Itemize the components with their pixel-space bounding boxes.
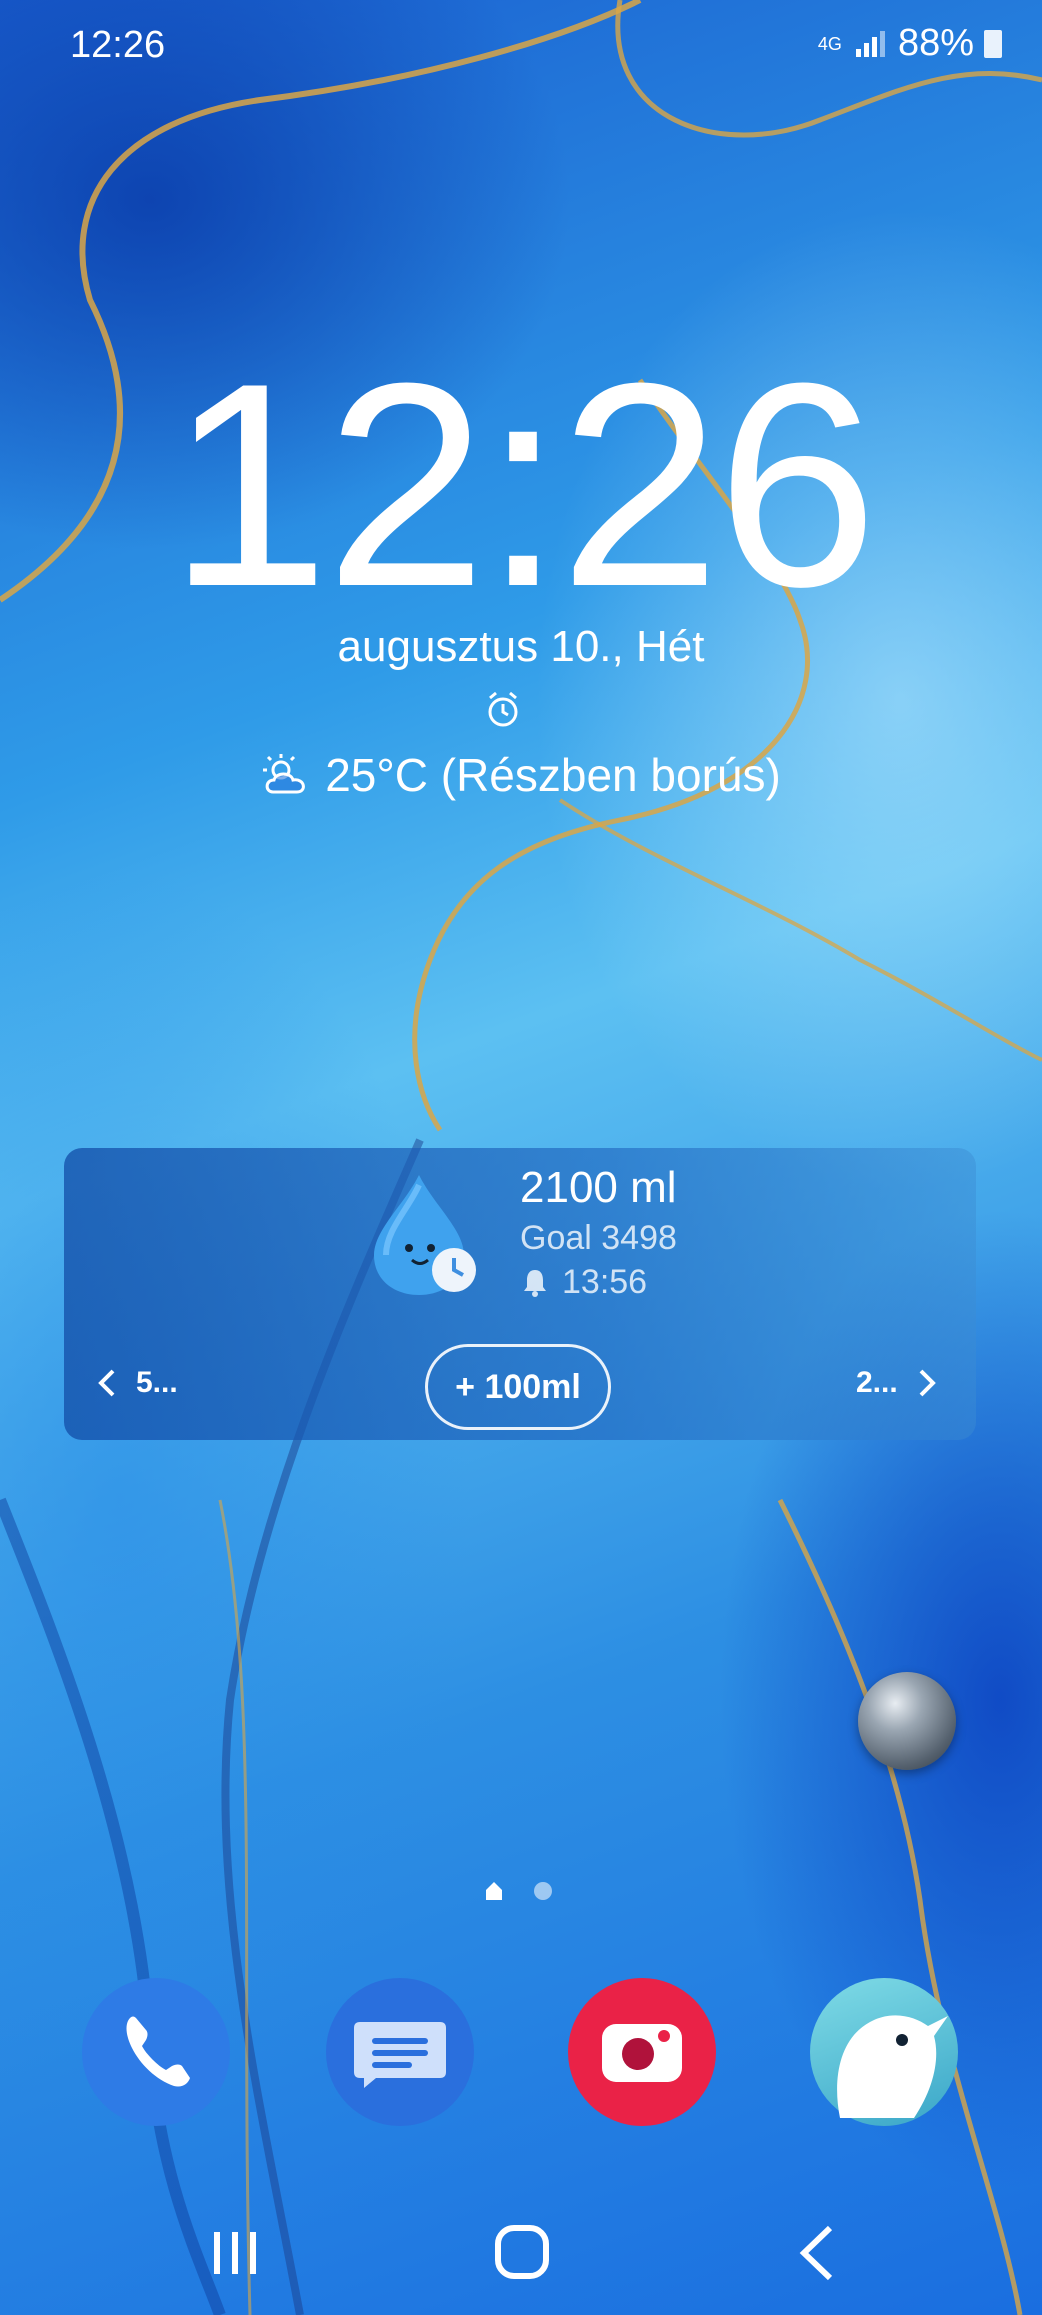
signal-icon: [855, 30, 885, 57]
prev-cup-button[interactable]: 5...: [96, 1366, 178, 1400]
next-cup-button[interactable]: 2...: [856, 1366, 938, 1400]
phone-icon: [126, 2016, 190, 2087]
next-cup-label: 2...: [856, 1366, 898, 1399]
water-goal: Goal 3498: [520, 1219, 677, 1257]
status-indicators: 4G 88%: [818, 22, 1002, 65]
add-water-button[interactable]: + 100ml: [425, 1344, 611, 1430]
status-bar: 12:26 4G 88%: [0, 0, 1042, 96]
back-button[interactable]: [772, 2218, 862, 2288]
battery-icon: [984, 29, 1002, 58]
lockscreen-date: augusztus 10., Hét: [337, 622, 705, 671]
water-drop-icon: [374, 1175, 476, 1295]
chevron-right-icon: [919, 1369, 936, 1397]
floating-assistive-button[interactable]: [858, 1672, 956, 1770]
page-dot: [534, 1882, 552, 1900]
battery-percent: 88%: [897, 22, 974, 64]
dock-messages-app[interactable]: [326, 1978, 474, 2126]
recents-button[interactable]: [190, 2218, 280, 2288]
weather-info[interactable]: 25°C (Részben borús): [0, 748, 1042, 802]
chevron-left-icon: [98, 1369, 115, 1397]
home-page-indicator-icon: [486, 1882, 502, 1900]
page-indicator: [484, 1880, 552, 1902]
navigation-bar: [0, 2210, 1042, 2290]
alarm-icon: [488, 691, 518, 727]
reminder-time: 13:56: [562, 1263, 648, 1301]
status-time: 12:26: [70, 24, 166, 66]
partly-cloudy-icon: [263, 754, 305, 794]
camera-icon: [602, 2024, 682, 2082]
bell-icon: [524, 1269, 546, 1297]
lockscreen-clock: 12:26: [168, 323, 878, 647]
water-amount: 2100 ml: [520, 1163, 677, 1212]
prev-cup-label: 5...: [136, 1366, 178, 1399]
kiwi-bird-icon: [837, 2015, 948, 2118]
dock-camera-app[interactable]: [568, 1978, 716, 2126]
weather-text: 25°C (Részben borús): [325, 749, 781, 801]
dock-phone-app[interactable]: [82, 1978, 230, 2126]
network-type: 4G: [817, 33, 842, 54]
dock-kiwi-browser-app[interactable]: [810, 1978, 958, 2126]
home-button[interactable]: [476, 2218, 566, 2288]
messages-icon: [354, 2022, 446, 2088]
next-reminder: 13:56: [522, 1263, 647, 1302]
